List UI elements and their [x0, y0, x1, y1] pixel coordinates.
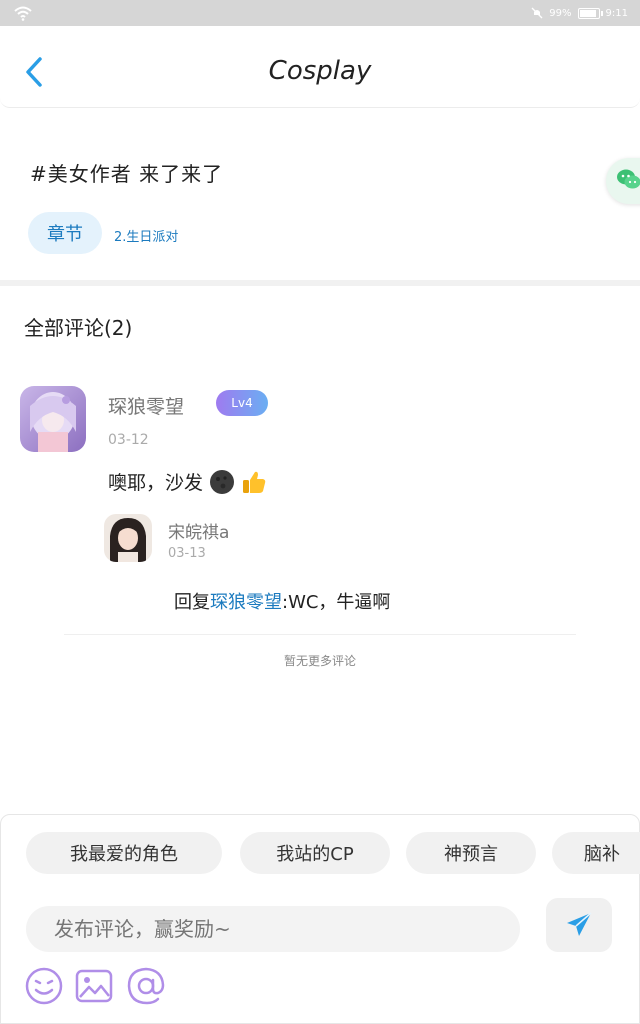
comment-text: 噢耶，沙发 — [108, 468, 267, 495]
smiley-icon[interactable] — [24, 966, 64, 1006]
floating-share-button[interactable] — [606, 158, 640, 204]
wechat-icon — [617, 169, 640, 189]
reply-date: 03-13 — [168, 546, 206, 561]
level-badge: Lv4 — [216, 390, 268, 416]
wifi-icon — [14, 6, 32, 21]
chapter-chip[interactable]: 章节 — [28, 212, 102, 254]
page-title: Cosplay — [268, 56, 372, 86]
clock: 9:11 — [605, 7, 628, 19]
reply-avatar-image — [104, 514, 152, 562]
avatar-image — [20, 386, 86, 452]
chapter-link[interactable]: 2.生日派对 — [114, 226, 178, 245]
reply-avatar[interactable] — [104, 514, 152, 562]
topic-chip[interactable]: 我最爱的角色 — [26, 832, 222, 874]
reply-text: 回复琛狼零望:WC，牛逼啊 — [174, 588, 390, 614]
post-tag-text: #美女作者 来了来了 — [30, 162, 224, 186]
reply-author[interactable]: 宋皖祺a — [168, 518, 229, 543]
reply-mention-link[interactable]: 琛狼零望 — [210, 592, 282, 613]
paper-plane-icon — [567, 912, 592, 936]
comment-input[interactable] — [26, 906, 520, 952]
topic-chip[interactable]: 我站的CP — [240, 832, 390, 874]
comment-body: 噢耶，沙发 — [108, 472, 204, 494]
avatar[interactable] — [20, 386, 86, 452]
no-more-comments: 暂无更多评论 — [283, 654, 356, 668]
topic-chip[interactable]: 神预言 — [406, 832, 536, 874]
send-button[interactable] — [546, 898, 612, 952]
header: Cosplay — [0, 26, 640, 108]
status-bar: 99% 9:11 — [0, 0, 640, 26]
comment-author[interactable]: 琛狼零望 — [108, 392, 184, 419]
comments-title: 全部评论(2) — [24, 316, 133, 340]
thumbs-up-emoji-icon — [243, 471, 266, 493]
mute-bell-icon — [531, 7, 543, 19]
section-divider — [0, 280, 640, 286]
battery-icon — [577, 7, 603, 19]
comment-date: 03-12 — [108, 432, 149, 448]
at-icon[interactable] — [126, 966, 166, 1006]
comment-divider — [64, 634, 576, 635]
topic-chip[interactable]: 脑补 — [552, 832, 640, 874]
reply-prefix: 回复 — [174, 592, 210, 613]
dark-moon-emoji-icon — [210, 469, 235, 494]
battery-percent: 99% — [549, 7, 572, 19]
reply-body: :WC，牛逼啊 — [282, 592, 391, 613]
image-icon[interactable] — [74, 966, 114, 1006]
